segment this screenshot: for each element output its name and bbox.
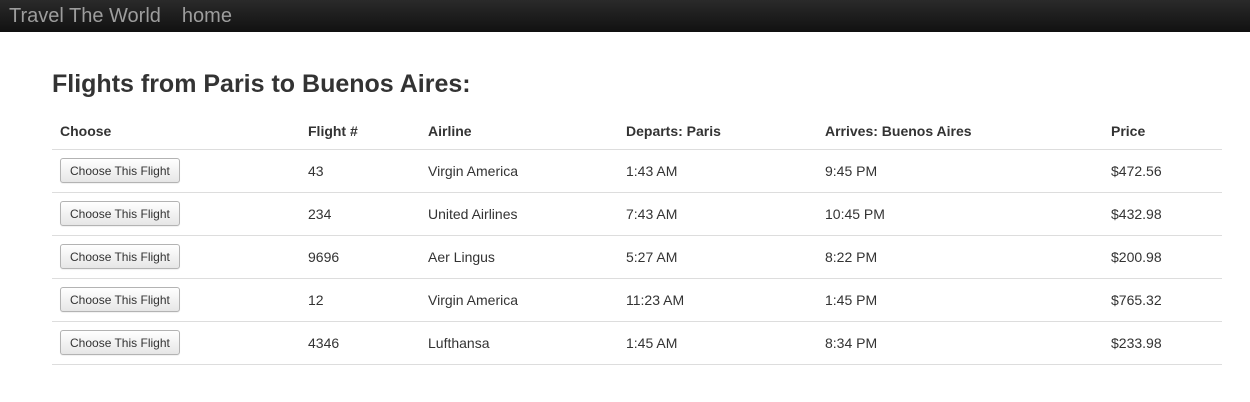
cell-departs: 7:43 AM bbox=[618, 192, 817, 236]
cell-airline: Virgin America bbox=[420, 149, 618, 193]
header-row: Choose Flight # Airline Departs: Paris A… bbox=[52, 113, 1222, 150]
table-row: Choose This Flight 234 United Airlines 7… bbox=[52, 192, 1222, 236]
cell-choose: Choose This Flight bbox=[52, 192, 300, 236]
cell-flight-number: 12 bbox=[300, 278, 420, 322]
cell-flight-number: 9696 bbox=[300, 235, 420, 279]
cell-flight-number: 43 bbox=[300, 149, 420, 193]
flights-table: Choose Flight # Airline Departs: Paris A… bbox=[52, 113, 1222, 365]
choose-flight-button[interactable]: Choose This Flight bbox=[60, 244, 180, 269]
cell-arrives: 1:45 PM bbox=[817, 278, 1103, 322]
cell-arrives: 8:34 PM bbox=[817, 321, 1103, 365]
cell-price: $432.98 bbox=[1103, 192, 1222, 236]
header-airline: Airline bbox=[420, 113, 618, 150]
cell-flight-number: 4346 bbox=[300, 321, 420, 365]
table-body: Choose This Flight 43 Virgin America 1:4… bbox=[52, 149, 1222, 365]
cell-price: $472.56 bbox=[1103, 149, 1222, 193]
cell-choose: Choose This Flight bbox=[52, 235, 300, 279]
main-container: Flights from Paris to Buenos Aires: Choo… bbox=[52, 32, 1222, 365]
choose-flight-button[interactable]: Choose This Flight bbox=[60, 158, 180, 183]
top-navbar: Travel The World home bbox=[0, 0, 1250, 32]
header-departs: Departs: Paris bbox=[618, 113, 817, 150]
choose-flight-button[interactable]: Choose This Flight bbox=[60, 330, 180, 355]
table-header: Choose Flight # Airline Departs: Paris A… bbox=[52, 113, 1222, 150]
cell-choose: Choose This Flight bbox=[52, 321, 300, 365]
choose-flight-button[interactable]: Choose This Flight bbox=[60, 201, 180, 226]
header-price: Price bbox=[1103, 113, 1222, 150]
table-row: Choose This Flight 4346 Lufthansa 1:45 A… bbox=[52, 321, 1222, 365]
cell-choose: Choose This Flight bbox=[52, 278, 300, 322]
page-title: Flights from Paris to Buenos Aires: bbox=[52, 70, 471, 98]
cell-flight-number: 234 bbox=[300, 192, 420, 236]
table-row: Choose This Flight 9696 Aer Lingus 5:27 … bbox=[52, 235, 1222, 279]
brand-link[interactable]: Travel The World bbox=[9, 3, 161, 29]
header-arrives: Arrives: Buenos Aires bbox=[817, 113, 1103, 150]
cell-price: $765.32 bbox=[1103, 278, 1222, 322]
cell-arrives: 8:22 PM bbox=[817, 235, 1103, 279]
cell-airline: Virgin America bbox=[420, 278, 618, 322]
cell-price: $200.98 bbox=[1103, 235, 1222, 279]
cell-airline: Aer Lingus bbox=[420, 235, 618, 279]
cell-departs: 1:43 AM bbox=[618, 149, 817, 193]
cell-arrives: 9:45 PM bbox=[817, 149, 1103, 193]
table-row: Choose This Flight 12 Virgin America 11:… bbox=[52, 278, 1222, 322]
cell-departs: 5:27 AM bbox=[618, 235, 817, 279]
header-choose: Choose bbox=[52, 113, 300, 150]
choose-flight-button[interactable]: Choose This Flight bbox=[60, 287, 180, 312]
cell-choose: Choose This Flight bbox=[52, 149, 300, 193]
cell-departs: 1:45 AM bbox=[618, 321, 817, 365]
table-row: Choose This Flight 43 Virgin America 1:4… bbox=[52, 149, 1222, 193]
cell-price: $233.98 bbox=[1103, 321, 1222, 365]
nav-link-home[interactable]: home bbox=[182, 3, 232, 29]
header-flight-number: Flight # bbox=[300, 113, 420, 150]
cell-airline: United Airlines bbox=[420, 192, 618, 236]
cell-airline: Lufthansa bbox=[420, 321, 618, 365]
cell-arrives: 10:45 PM bbox=[817, 192, 1103, 236]
cell-departs: 11:23 AM bbox=[618, 278, 817, 322]
